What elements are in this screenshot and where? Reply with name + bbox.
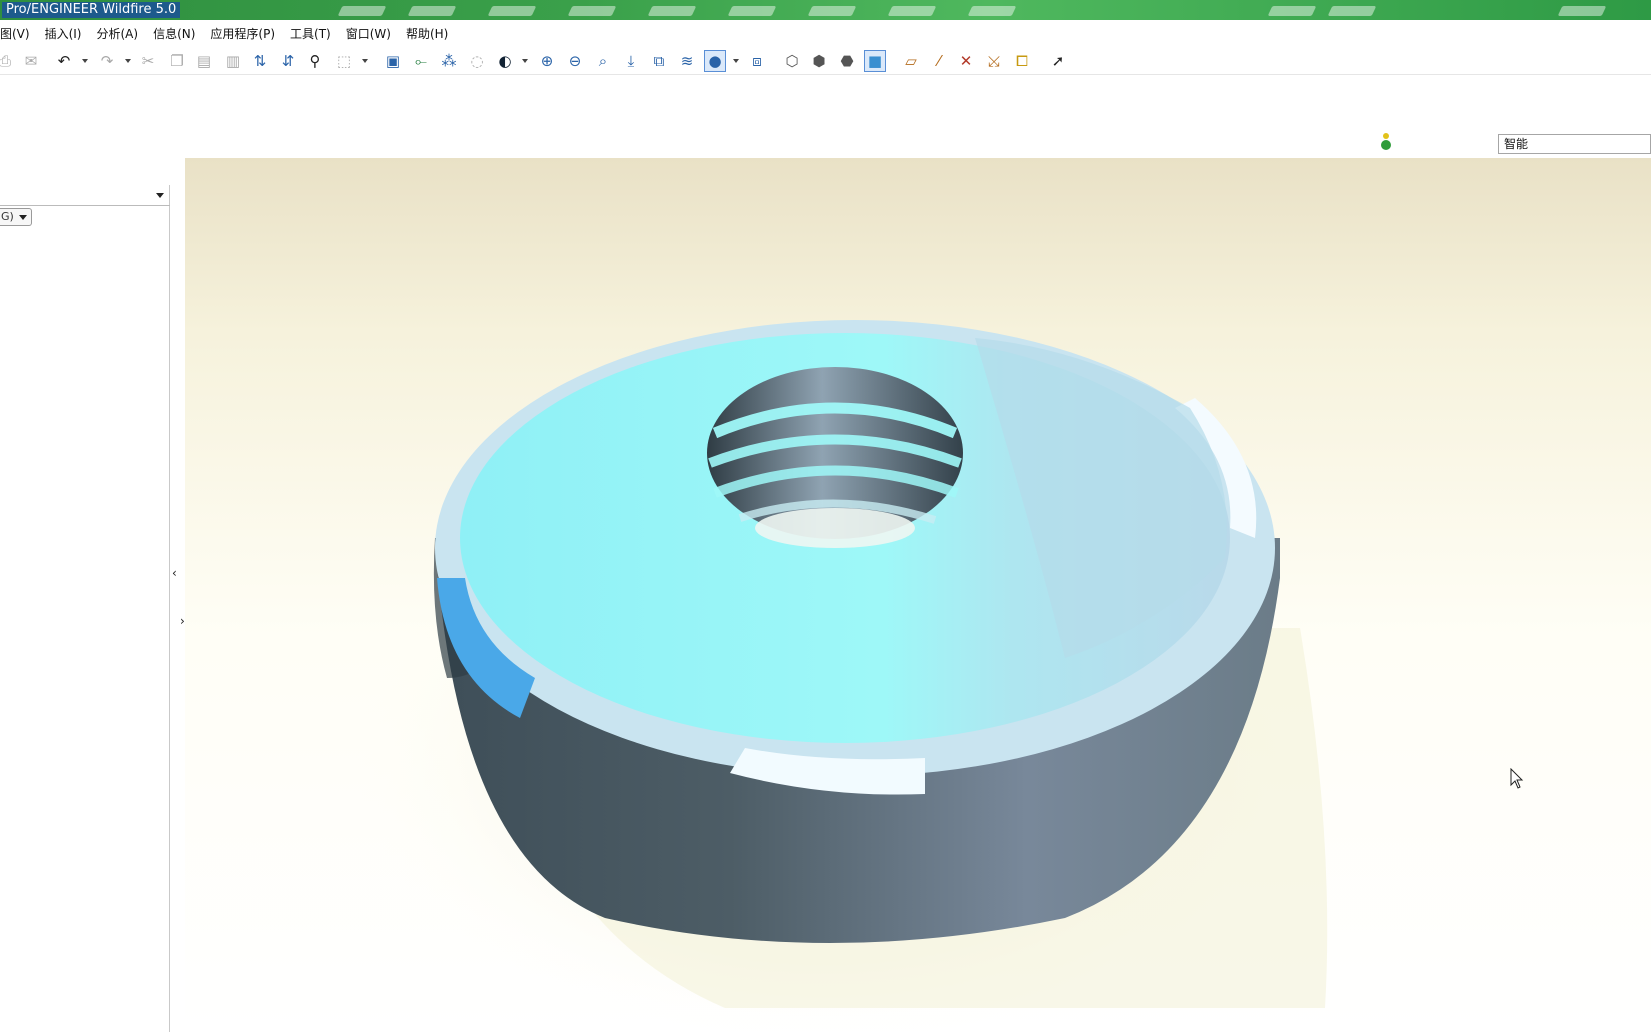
csys-display-icon[interactable]: ⤩ — [983, 50, 1005, 72]
appearance-icon[interactable]: ● — [704, 50, 726, 72]
collapse-left-icon[interactable]: ‹ — [172, 566, 177, 580]
menu-applications[interactable]: 应用程序(P) — [210, 25, 275, 42]
mouse-cursor-icon — [1510, 768, 1524, 789]
menu-help[interactable]: 帮助(H) — [406, 25, 448, 42]
shaded-icon[interactable]: ■ — [864, 50, 886, 72]
undo-dropdown-icon[interactable] — [82, 59, 88, 63]
annotation-display-icon[interactable]: ⧠ — [1011, 50, 1033, 72]
datum-axis-icon[interactable]: ⟜ — [410, 50, 432, 72]
view-manager-icon[interactable]: ⧈ — [746, 50, 768, 72]
menu-view[interactable]: 图(V) — [0, 25, 30, 42]
regenerate-manager-icon[interactable]: ⇵ — [277, 50, 299, 72]
orient-icon[interactable]: ◌ — [466, 50, 488, 72]
chevron-down-icon — [156, 193, 164, 198]
menu-window[interactable]: 窗口(W) — [346, 25, 391, 42]
find-icon[interactable]: ⚲ — [304, 50, 326, 72]
proe-application-window: Pro/ENGINEER Wildfire 5.0 图(V) 插入(I) 分析(… — [0, 0, 1651, 1032]
redo-icon[interactable]: ↷ — [96, 50, 118, 72]
shading-dropdown-icon[interactable] — [522, 59, 528, 63]
saved-views-icon[interactable]: ⧉ — [648, 50, 670, 72]
hidden-line-icon[interactable]: ⬢ — [808, 50, 830, 72]
wireframe-icon[interactable]: ⬡ — [781, 50, 803, 72]
menu-tools[interactable]: 工具(T) — [290, 25, 331, 42]
datum-planes-icon[interactable]: ▱ — [900, 50, 922, 72]
refit-icon[interactable]: ⌕ — [592, 50, 614, 72]
regenerate-icon[interactable]: ⇅ — [249, 50, 271, 72]
appearance-dropdown-icon[interactable] — [733, 59, 739, 63]
zoom-in-icon[interactable]: ⊕ — [536, 50, 558, 72]
layers-icon[interactable]: ≋ — [676, 50, 698, 72]
datum-point-icon[interactable]: ⁂ — [438, 50, 460, 72]
nut-model-render — [355, 320, 1328, 1032]
menu-insert[interactable]: 插入(I) — [45, 25, 82, 42]
model-tree-panel: G) — [0, 185, 170, 1032]
window-title-bar: Pro/ENGINEER Wildfire 5.0 — [0, 0, 1651, 20]
zoom-out-icon[interactable]: ⊖ — [564, 50, 586, 72]
shading-icon[interactable]: ◐ — [494, 50, 516, 72]
email-icon[interactable]: ✉ — [20, 50, 42, 72]
point-display-icon[interactable]: ✕ — [955, 50, 977, 72]
main-toolbar: ⎙ ✉ ↶ ↷ ✂ ❐ ▤ ▥ ⇅ ⇵ ⚲ ⬚ ▣ ⟜ ⁂ ◌ ◐ ⊕ ⊖ ⌕ … — [0, 47, 1651, 75]
window-title: Pro/ENGINEER Wildfire 5.0 — [2, 2, 181, 18]
status-indicator-icon — [1381, 133, 1391, 153]
datum-axes-icon[interactable]: ⁄ — [928, 50, 950, 72]
print-icon[interactable]: ⎙ — [0, 50, 16, 72]
undo-icon[interactable]: ↶ — [53, 50, 75, 72]
redo-dropdown-icon[interactable] — [125, 59, 131, 63]
paste-icon[interactable]: ▤ — [193, 50, 215, 72]
no-hidden-icon[interactable]: ⬣ — [836, 50, 858, 72]
graphics-viewport[interactable] — [185, 158, 1651, 1032]
context-help-icon[interactable]: ➚ — [1047, 50, 1069, 72]
cut-icon[interactable]: ✂ — [137, 50, 159, 72]
selection-filter-select[interactable]: 智能 — [1498, 134, 1651, 154]
model-tree-settings-combo[interactable]: G) — [0, 208, 32, 226]
reorient-icon[interactable]: ⤓ — [620, 50, 642, 72]
paste-special-icon[interactable]: ▥ — [222, 50, 244, 72]
sketch-datum-icon[interactable]: ▣ — [382, 50, 404, 72]
menu-bar: 图(V) 插入(I) 分析(A) 信息(N) 应用程序(P) 工具(T) 窗口(… — [0, 20, 1651, 46]
menu-info[interactable]: 信息(N) — [153, 25, 195, 42]
chevron-down-icon — [19, 215, 27, 220]
menu-analysis[interactable]: 分析(A) — [96, 25, 138, 42]
copy-icon[interactable]: ❐ — [166, 50, 188, 72]
model-tree-combo[interactable] — [0, 186, 170, 206]
select-dropdown-icon[interactable] — [362, 59, 368, 63]
select-box-icon[interactable]: ⬚ — [333, 50, 355, 72]
model-tree-settings-label: G) — [1, 210, 14, 223]
